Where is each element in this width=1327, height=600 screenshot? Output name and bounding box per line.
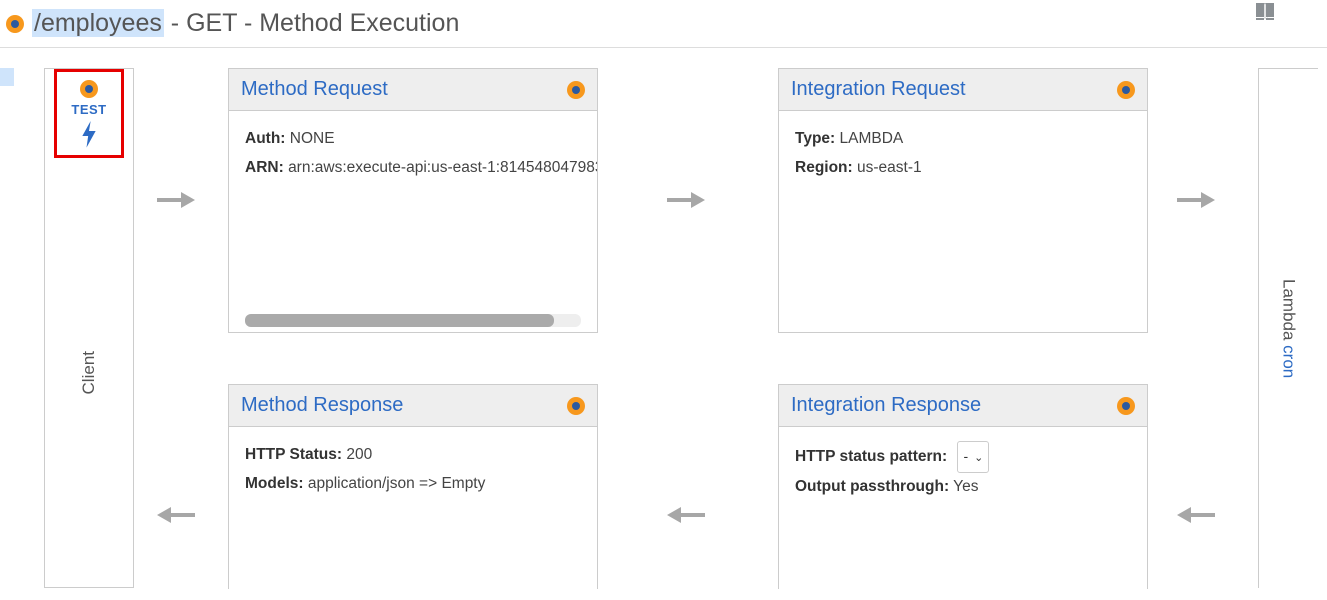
- page-title: /employees - GET - Method Execution: [32, 8, 459, 39]
- models-value: application/json => Empty: [308, 475, 486, 492]
- test-button[interactable]: TEST: [54, 69, 123, 158]
- panel-dot-icon: [1117, 397, 1135, 415]
- type-label: Type:: [795, 130, 835, 147]
- test-label: TEST: [71, 102, 106, 117]
- page-header: /employees - GET - Method Execution: [0, 0, 1327, 48]
- method-request-panel[interactable]: Method Request Auth: NONE ARN: arn:aws:e…: [228, 68, 598, 333]
- method-response-body: HTTP Status: 200 Models: application/jso…: [229, 427, 597, 512]
- auth-label: Auth:: [245, 130, 285, 147]
- arn-value: arn:aws:execute-api:us-east-1:8145480479…: [288, 159, 597, 176]
- test-dot-icon: [80, 80, 98, 98]
- integration-request-body: Type: LAMBDA Region: us-east-1: [779, 111, 1147, 196]
- integration-request-header[interactable]: Integration Request: [779, 69, 1147, 111]
- passthrough-label: Output passthrough:: [795, 478, 949, 495]
- title-rest: - GET - Method Execution: [164, 9, 460, 37]
- auth-value: NONE: [290, 130, 335, 147]
- chevron-down-icon: ⌄: [974, 448, 983, 468]
- lambda-label: Lambda cron: [1279, 279, 1299, 378]
- documentation-icon[interactable]: [1253, 0, 1277, 24]
- method-response-title: Method Response: [241, 394, 403, 417]
- client-label: Client: [79, 351, 99, 394]
- integration-response-title: Integration Response: [791, 394, 981, 417]
- scrollbar[interactable]: [245, 314, 581, 327]
- method-request-body: Auth: NONE ARN: arn:aws:execute-api:us-e…: [229, 111, 597, 331]
- arrow-left-icon: [665, 503, 707, 527]
- lambda-prefix: Lambda: [1280, 279, 1299, 345]
- integration-response-body: HTTP status pattern: -⌄ Output passthrou…: [779, 427, 1147, 516]
- method-request-header[interactable]: Method Request: [229, 69, 597, 111]
- type-value: LAMBDA: [840, 130, 904, 147]
- arrow-left-icon: [1175, 503, 1217, 527]
- panel-dot-icon: [567, 397, 585, 415]
- models-label: Models:: [245, 475, 304, 492]
- integration-request-title: Integration Request: [791, 78, 966, 101]
- integration-response-header[interactable]: Integration Response: [779, 385, 1147, 427]
- scrollbar-thumb[interactable]: [245, 314, 554, 327]
- title-resource: /employees: [32, 9, 164, 37]
- integration-response-panel[interactable]: Integration Response HTTP status pattern…: [778, 384, 1148, 589]
- arn-label: ARN:: [245, 159, 284, 176]
- lightning-icon: [79, 121, 99, 149]
- passthrough-value: Yes: [953, 478, 978, 495]
- resource-dot-icon: [6, 15, 24, 33]
- region-value: us-east-1: [857, 159, 922, 176]
- region-label: Region:: [795, 159, 853, 176]
- client-column: TEST Client: [44, 68, 134, 588]
- pattern-select[interactable]: -⌄: [957, 441, 989, 473]
- panel-dot-icon: [567, 81, 585, 99]
- method-execution-canvas: TEST Client Method Request Auth: NONE AR…: [0, 48, 1327, 588]
- method-response-panel[interactable]: Method Response HTTP Status: 200 Models:…: [228, 384, 598, 589]
- lambda-column: Lambda cron: [1258, 68, 1318, 588]
- http-status-value: 200: [346, 446, 372, 463]
- pattern-value: -: [963, 448, 968, 464]
- panel-dot-icon: [1117, 81, 1135, 99]
- arrow-right-icon: [1175, 188, 1217, 212]
- integration-request-panel[interactable]: Integration Request Type: LAMBDA Region:…: [778, 68, 1148, 333]
- arrow-left-icon: [155, 503, 197, 527]
- http-status-label: HTTP Status:: [245, 446, 342, 463]
- pattern-label: HTTP status pattern:: [795, 448, 947, 465]
- lambda-function-link[interactable]: cron: [1280, 345, 1299, 378]
- method-response-header[interactable]: Method Response: [229, 385, 597, 427]
- arrow-right-icon: [665, 188, 707, 212]
- arrow-right-icon: [155, 188, 197, 212]
- method-request-title: Method Request: [241, 78, 388, 101]
